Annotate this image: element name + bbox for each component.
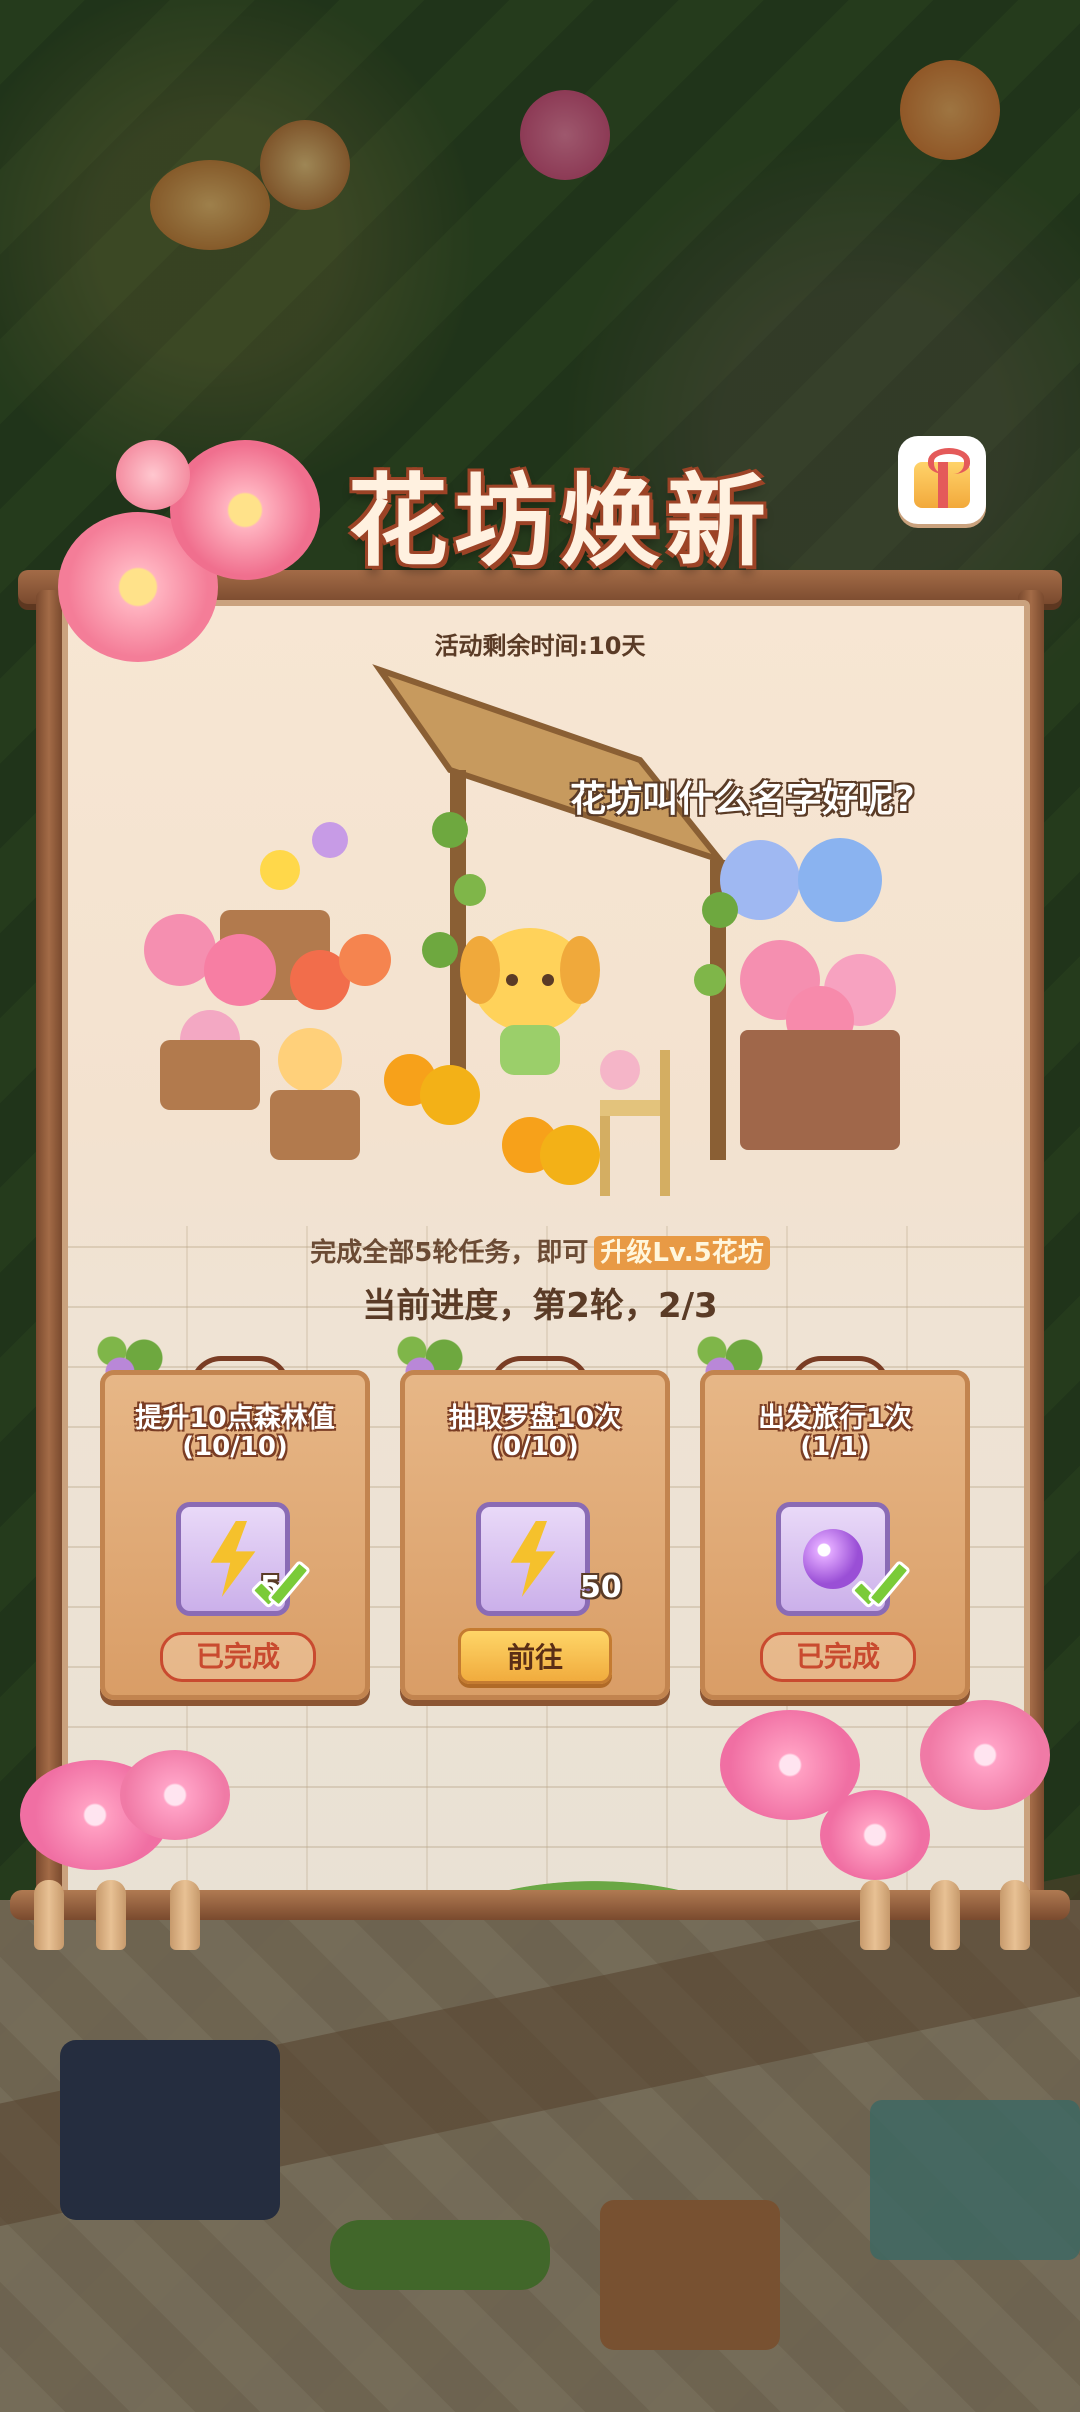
check-icon	[850, 1566, 908, 1612]
upgrade-highlight: 升级Lv.5花坊	[594, 1236, 770, 1270]
puppy-character	[460, 928, 600, 1075]
completed-stamp: 已完成	[160, 1632, 316, 1682]
fence-stake	[860, 1880, 890, 1950]
task-card: 出发旅行1次 (1/1) 已完成	[696, 1330, 970, 1710]
task-count: (1/1)	[800, 1432, 870, 1462]
task-card: 提升10点森林值 (10/10) 5 已完成	[96, 1330, 370, 1710]
lily-decoration	[820, 1790, 930, 1880]
fence-stake	[34, 1880, 64, 1950]
task-card: 抽取罗盘10次 (0/10) 50 前往	[396, 1330, 670, 1710]
task-name: 抽取罗盘10次	[448, 1403, 622, 1434]
fence-stake	[1000, 1880, 1030, 1950]
hydrangea-decoration	[720, 838, 900, 1150]
chick-decoration	[384, 1054, 600, 1185]
fence-stake	[96, 1880, 126, 1950]
task-name: 出发旅行1次	[758, 1403, 912, 1434]
task-info-text: 完成全部5轮任务，即可	[310, 1238, 589, 1268]
task-count: (0/10)	[491, 1432, 579, 1462]
progress-text: 当前进度，第2轮，2/3	[362, 1286, 718, 1326]
gift-bow	[928, 448, 970, 474]
event-title: 花坊焕新	[348, 462, 772, 580]
flower-baskets	[144, 822, 391, 1160]
panel-bottom-rail	[10, 1890, 1070, 1920]
bolt-shape	[510, 1521, 556, 1597]
go-button[interactable]: 前往	[458, 1628, 612, 1684]
completed-stamp: 已完成	[760, 1632, 916, 1682]
fence-stake	[170, 1880, 200, 1950]
peony-decoration	[116, 440, 190, 510]
lightning-icon[interactable]	[476, 1502, 590, 1616]
fence-stake	[930, 1880, 960, 1950]
task-count: (10/10)	[182, 1432, 288, 1462]
task-name: 提升10点森林值	[135, 1403, 335, 1434]
task-info: 完成全部5轮任务，即可 升级Lv.5花坊	[0, 1232, 1080, 1270]
speech-bubble: 花坊叫什么名字好呢?	[570, 779, 915, 820]
bamboo-chair	[600, 1050, 670, 1196]
check-icon	[250, 1566, 308, 1612]
flower-shop-scene	[144, 664, 900, 1196]
lily-decoration	[120, 1750, 230, 1840]
gift-icon[interactable]	[898, 436, 986, 524]
lily-decoration	[920, 1700, 1050, 1810]
reward-quantity: 50	[580, 1570, 622, 1605]
